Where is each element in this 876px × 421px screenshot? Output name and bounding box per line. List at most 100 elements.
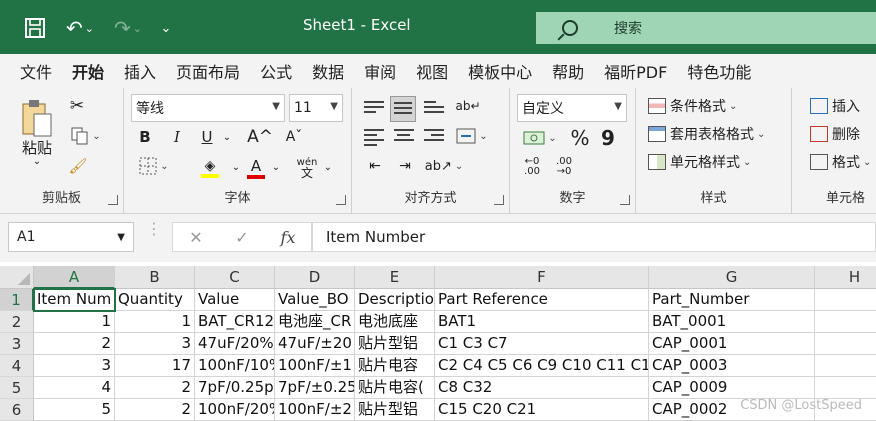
insert-cells-button[interactable]: 插入: [810, 94, 860, 118]
cell[interactable]: CAP_0003: [649, 355, 815, 377]
font-color-icon[interactable]: A: [242, 154, 270, 182]
increase-indent-icon[interactable]: ⇥: [392, 154, 418, 178]
font-name-select[interactable]: 等线 ▼: [131, 94, 285, 122]
cell[interactable]: Part_Number: [649, 289, 815, 311]
cell[interactable]: [815, 311, 876, 333]
name-box[interactable]: A1 ▼: [8, 222, 134, 252]
paste-icon[interactable]: [14, 96, 60, 140]
cell[interactable]: 1: [115, 311, 195, 333]
column-header-e[interactable]: E: [355, 266, 435, 289]
comma-style-button[interactable]: 9: [598, 126, 618, 150]
cell[interactable]: 17: [115, 355, 195, 377]
cell[interactable]: Descriptio: [355, 289, 435, 311]
cell[interactable]: C2 C4 C5 C6 C9 C10 C11 C1: [435, 355, 649, 377]
align-top-icon[interactable]: [364, 98, 384, 116]
formula-input[interactable]: Item Number: [312, 222, 876, 252]
cell[interactable]: Part Reference: [435, 289, 649, 311]
cell[interactable]: 3: [115, 333, 195, 355]
tab-home[interactable]: 开始: [72, 59, 105, 91]
decrease-indent-icon[interactable]: ⇤: [362, 154, 388, 178]
tab-help[interactable]: 帮助: [552, 59, 584, 83]
cell[interactable]: 贴片型铝: [355, 399, 435, 421]
merge-center-icon[interactable]: ⌄: [452, 124, 492, 148]
cell[interactable]: 100nF/±2: [275, 399, 355, 421]
cell[interactable]: 100nF/±1: [275, 355, 355, 377]
cell[interactable]: 100nF/10%: [195, 355, 275, 377]
column-header-g[interactable]: G: [649, 266, 815, 289]
tab-data[interactable]: 数据: [312, 59, 344, 83]
font-launcher-icon[interactable]: [336, 195, 346, 205]
column-header-a[interactable]: A: [34, 266, 115, 289]
cell[interactable]: [815, 333, 876, 355]
cell[interactable]: [815, 377, 876, 399]
font-size-select[interactable]: 11 ▼: [289, 94, 343, 122]
row-header[interactable]: 5: [0, 377, 34, 399]
cell[interactable]: 5: [34, 399, 115, 421]
cell[interactable]: 电池底座: [355, 311, 435, 333]
cell[interactable]: C8 C32: [435, 377, 649, 399]
font-color-dropdown-icon[interactable]: ⌄: [270, 158, 282, 176]
customize-toolbar-icon[interactable]: ⌄: [156, 14, 176, 42]
cell[interactable]: 47uF/20%/: [195, 333, 275, 355]
format-cells-button[interactable]: 格式 ⌄: [810, 150, 871, 174]
percent-button[interactable]: %: [568, 126, 592, 150]
bold-button[interactable]: B: [134, 126, 156, 148]
cell[interactable]: 1: [34, 311, 115, 333]
number-format-select[interactable]: 自定义 ▼: [517, 94, 627, 122]
cell[interactable]: 7pF/±0.25: [275, 377, 355, 399]
accounting-format-icon[interactable]: ⌄: [518, 126, 562, 150]
column-header-h[interactable]: H: [815, 266, 876, 289]
cell[interactable]: 2: [34, 333, 115, 355]
column-header-c[interactable]: C: [195, 266, 275, 289]
cell[interactable]: 100nF/20%: [195, 399, 275, 421]
cell[interactable]: 47uF/±20: [275, 333, 355, 355]
phonetic-dropdown-icon[interactable]: ⌄: [322, 158, 334, 176]
column-header-f[interactable]: F: [435, 266, 649, 289]
cell[interactable]: Value_BO: [275, 289, 355, 311]
align-left-icon[interactable]: [364, 126, 384, 146]
cell[interactable]: [815, 289, 876, 311]
cell[interactable]: 3: [34, 355, 115, 377]
underline-dropdown-icon[interactable]: ⌄: [220, 126, 234, 148]
delete-cells-button[interactable]: 删除: [810, 122, 860, 146]
cell[interactable]: Quantity: [115, 289, 195, 311]
number-launcher-icon[interactable]: [620, 195, 630, 205]
save-icon[interactable]: [22, 14, 48, 42]
cell[interactable]: CAP_0001: [649, 333, 815, 355]
cell[interactable]: 电池座_CR: [275, 311, 355, 333]
phonetic-guide-icon[interactable]: wén 文: [292, 154, 322, 182]
cell[interactable]: 贴片电容: [355, 355, 435, 377]
cell-a1[interactable]: Item Num: [33, 288, 116, 312]
cell[interactable]: 贴片型铝: [355, 333, 435, 355]
format-painter-icon[interactable]: 🖌: [66, 154, 90, 178]
tab-foxit-pdf[interactable]: 福昕PDF: [604, 59, 667, 83]
cut-icon[interactable]: ✂: [66, 94, 88, 118]
decrease-font-button[interactable]: Aˇ: [282, 126, 306, 148]
formula-bar-resize-handle[interactable]: ⋮: [146, 221, 162, 237]
underline-button[interactable]: U: [196, 126, 218, 148]
decrease-decimal-icon[interactable]: .00 →0: [550, 154, 578, 180]
tab-template-center[interactable]: 模板中心: [468, 59, 532, 83]
cell[interactable]: C1 C3 C7: [435, 333, 649, 355]
align-right-icon[interactable]: [424, 126, 444, 144]
cell[interactable]: 4: [34, 377, 115, 399]
align-bottom-icon[interactable]: [424, 98, 444, 116]
tab-view[interactable]: 视图: [416, 59, 448, 83]
cancel-icon[interactable]: ✕: [173, 228, 219, 247]
paste-button[interactable]: 粘贴: [14, 138, 60, 157]
tab-special-features[interactable]: 特色功能: [687, 59, 751, 83]
cell[interactable]: Value: [195, 289, 275, 311]
paste-dropdown-icon[interactable]: ⌄: [30, 156, 44, 167]
cell-styles-button[interactable]: 单元格样式 ⌄: [648, 150, 751, 174]
cell[interactable]: BAT_CR12: [195, 311, 275, 333]
borders-icon[interactable]: ⌄: [134, 154, 174, 178]
wrap-text-icon[interactable]: ab↵: [455, 94, 480, 118]
tab-file[interactable]: 文件: [20, 59, 52, 83]
row-header[interactable]: 4: [0, 355, 34, 377]
cell[interactable]: 贴片电容(: [355, 377, 435, 399]
column-header-b[interactable]: B: [115, 266, 195, 289]
tab-page-layout[interactable]: 页面布局: [176, 59, 240, 83]
enter-icon[interactable]: ✓: [219, 228, 265, 247]
cell[interactable]: BAT1: [435, 311, 649, 333]
fill-color-icon[interactable]: ◈: [190, 154, 230, 182]
